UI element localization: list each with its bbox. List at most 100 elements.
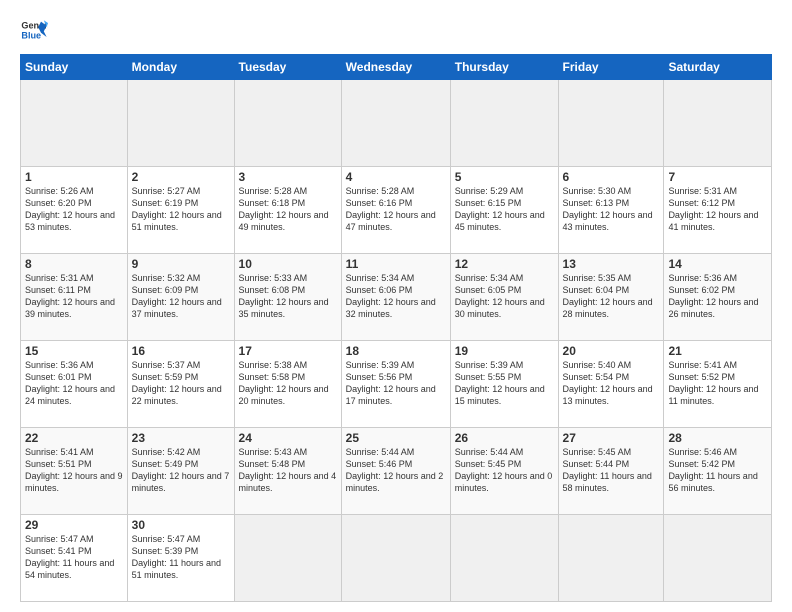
day-number: 15	[25, 344, 123, 358]
day-info: Sunrise: 5:41 AM Sunset: 5:51 PM Dayligh…	[25, 446, 123, 495]
table-row	[341, 515, 450, 602]
table-row: 21Sunrise: 5:41 AM Sunset: 5:52 PM Dayli…	[664, 341, 772, 428]
day-info: Sunrise: 5:26 AM Sunset: 6:20 PM Dayligh…	[25, 185, 123, 234]
day-number: 30	[132, 518, 230, 532]
table-row: 24Sunrise: 5:43 AM Sunset: 5:48 PM Dayli…	[234, 428, 341, 515]
table-row	[664, 80, 772, 167]
day-info: Sunrise: 5:34 AM Sunset: 6:05 PM Dayligh…	[455, 272, 554, 321]
day-info: Sunrise: 5:39 AM Sunset: 5:55 PM Dayligh…	[455, 359, 554, 408]
table-row: 15Sunrise: 5:36 AM Sunset: 6:01 PM Dayli…	[21, 341, 128, 428]
table-row: 10Sunrise: 5:33 AM Sunset: 6:08 PM Dayli…	[234, 254, 341, 341]
table-row: 22Sunrise: 5:41 AM Sunset: 5:51 PM Dayli…	[21, 428, 128, 515]
day-number: 16	[132, 344, 230, 358]
calendar-page: General Blue Sunday Monday Tuesday Wedne…	[0, 0, 792, 612]
logo-icon: General Blue	[20, 16, 48, 44]
table-row	[558, 80, 664, 167]
col-saturday: Saturday	[664, 55, 772, 80]
day-number: 27	[563, 431, 660, 445]
table-row: 7Sunrise: 5:31 AM Sunset: 6:12 PM Daylig…	[664, 167, 772, 254]
table-row: 9Sunrise: 5:32 AM Sunset: 6:09 PM Daylig…	[127, 254, 234, 341]
day-number: 2	[132, 170, 230, 184]
calendar-week-row: 22Sunrise: 5:41 AM Sunset: 5:51 PM Dayli…	[21, 428, 772, 515]
table-row	[341, 80, 450, 167]
day-number: 18	[346, 344, 446, 358]
table-row	[664, 515, 772, 602]
table-row: 19Sunrise: 5:39 AM Sunset: 5:55 PM Dayli…	[450, 341, 558, 428]
header-row: Sunday Monday Tuesday Wednesday Thursday…	[21, 55, 772, 80]
col-thursday: Thursday	[450, 55, 558, 80]
day-info: Sunrise: 5:38 AM Sunset: 5:58 PM Dayligh…	[239, 359, 337, 408]
day-info: Sunrise: 5:44 AM Sunset: 5:45 PM Dayligh…	[455, 446, 554, 495]
table-row: 20Sunrise: 5:40 AM Sunset: 5:54 PM Dayli…	[558, 341, 664, 428]
table-row	[450, 515, 558, 602]
day-info: Sunrise: 5:35 AM Sunset: 6:04 PM Dayligh…	[563, 272, 660, 321]
day-info: Sunrise: 5:29 AM Sunset: 6:15 PM Dayligh…	[455, 185, 554, 234]
table-row: 16Sunrise: 5:37 AM Sunset: 5:59 PM Dayli…	[127, 341, 234, 428]
day-number: 9	[132, 257, 230, 271]
day-info: Sunrise: 5:32 AM Sunset: 6:09 PM Dayligh…	[132, 272, 230, 321]
table-row	[558, 515, 664, 602]
day-number: 1	[25, 170, 123, 184]
table-row: 25Sunrise: 5:44 AM Sunset: 5:46 PM Dayli…	[341, 428, 450, 515]
day-info: Sunrise: 5:45 AM Sunset: 5:44 PM Dayligh…	[563, 446, 660, 495]
table-row	[234, 515, 341, 602]
day-info: Sunrise: 5:36 AM Sunset: 6:01 PM Dayligh…	[25, 359, 123, 408]
logo: General Blue	[20, 16, 48, 44]
day-info: Sunrise: 5:28 AM Sunset: 6:16 PM Dayligh…	[346, 185, 446, 234]
col-monday: Monday	[127, 55, 234, 80]
table-row	[234, 80, 341, 167]
day-info: Sunrise: 5:31 AM Sunset: 6:12 PM Dayligh…	[668, 185, 767, 234]
header: General Blue	[20, 16, 772, 44]
table-row: 6Sunrise: 5:30 AM Sunset: 6:13 PM Daylig…	[558, 167, 664, 254]
day-info: Sunrise: 5:44 AM Sunset: 5:46 PM Dayligh…	[346, 446, 446, 495]
day-number: 10	[239, 257, 337, 271]
table-row: 29Sunrise: 5:47 AM Sunset: 5:41 PM Dayli…	[21, 515, 128, 602]
day-info: Sunrise: 5:42 AM Sunset: 5:49 PM Dayligh…	[132, 446, 230, 495]
table-row: 13Sunrise: 5:35 AM Sunset: 6:04 PM Dayli…	[558, 254, 664, 341]
table-row: 4Sunrise: 5:28 AM Sunset: 6:16 PM Daylig…	[341, 167, 450, 254]
day-number: 4	[346, 170, 446, 184]
table-row: 3Sunrise: 5:28 AM Sunset: 6:18 PM Daylig…	[234, 167, 341, 254]
day-info: Sunrise: 5:27 AM Sunset: 6:19 PM Dayligh…	[132, 185, 230, 234]
day-info: Sunrise: 5:40 AM Sunset: 5:54 PM Dayligh…	[563, 359, 660, 408]
col-friday: Friday	[558, 55, 664, 80]
table-row	[127, 80, 234, 167]
table-row: 30Sunrise: 5:47 AM Sunset: 5:39 PM Dayli…	[127, 515, 234, 602]
day-info: Sunrise: 5:36 AM Sunset: 6:02 PM Dayligh…	[668, 272, 767, 321]
day-number: 7	[668, 170, 767, 184]
table-row: 11Sunrise: 5:34 AM Sunset: 6:06 PM Dayli…	[341, 254, 450, 341]
day-info: Sunrise: 5:30 AM Sunset: 6:13 PM Dayligh…	[563, 185, 660, 234]
table-row: 8Sunrise: 5:31 AM Sunset: 6:11 PM Daylig…	[21, 254, 128, 341]
day-info: Sunrise: 5:39 AM Sunset: 5:56 PM Dayligh…	[346, 359, 446, 408]
day-info: Sunrise: 5:41 AM Sunset: 5:52 PM Dayligh…	[668, 359, 767, 408]
day-number: 22	[25, 431, 123, 445]
day-info: Sunrise: 5:37 AM Sunset: 5:59 PM Dayligh…	[132, 359, 230, 408]
day-number: 8	[25, 257, 123, 271]
table-row: 14Sunrise: 5:36 AM Sunset: 6:02 PM Dayli…	[664, 254, 772, 341]
table-row: 12Sunrise: 5:34 AM Sunset: 6:05 PM Dayli…	[450, 254, 558, 341]
day-number: 11	[346, 257, 446, 271]
table-row: 2Sunrise: 5:27 AM Sunset: 6:19 PM Daylig…	[127, 167, 234, 254]
day-number: 14	[668, 257, 767, 271]
table-row: 27Sunrise: 5:45 AM Sunset: 5:44 PM Dayli…	[558, 428, 664, 515]
calendar-week-row	[21, 80, 772, 167]
day-number: 20	[563, 344, 660, 358]
calendar-week-row: 1Sunrise: 5:26 AM Sunset: 6:20 PM Daylig…	[21, 167, 772, 254]
day-info: Sunrise: 5:47 AM Sunset: 5:39 PM Dayligh…	[132, 533, 230, 582]
day-number: 5	[455, 170, 554, 184]
day-number: 3	[239, 170, 337, 184]
table-row: 18Sunrise: 5:39 AM Sunset: 5:56 PM Dayli…	[341, 341, 450, 428]
calendar-week-row: 15Sunrise: 5:36 AM Sunset: 6:01 PM Dayli…	[21, 341, 772, 428]
day-number: 21	[668, 344, 767, 358]
col-tuesday: Tuesday	[234, 55, 341, 80]
day-info: Sunrise: 5:34 AM Sunset: 6:06 PM Dayligh…	[346, 272, 446, 321]
table-row: 28Sunrise: 5:46 AM Sunset: 5:42 PM Dayli…	[664, 428, 772, 515]
day-number: 13	[563, 257, 660, 271]
day-number: 29	[25, 518, 123, 532]
table-row: 26Sunrise: 5:44 AM Sunset: 5:45 PM Dayli…	[450, 428, 558, 515]
svg-text:Blue: Blue	[21, 30, 41, 40]
day-number: 25	[346, 431, 446, 445]
calendar-table: Sunday Monday Tuesday Wednesday Thursday…	[20, 54, 772, 602]
day-info: Sunrise: 5:47 AM Sunset: 5:41 PM Dayligh…	[25, 533, 123, 582]
col-sunday: Sunday	[21, 55, 128, 80]
